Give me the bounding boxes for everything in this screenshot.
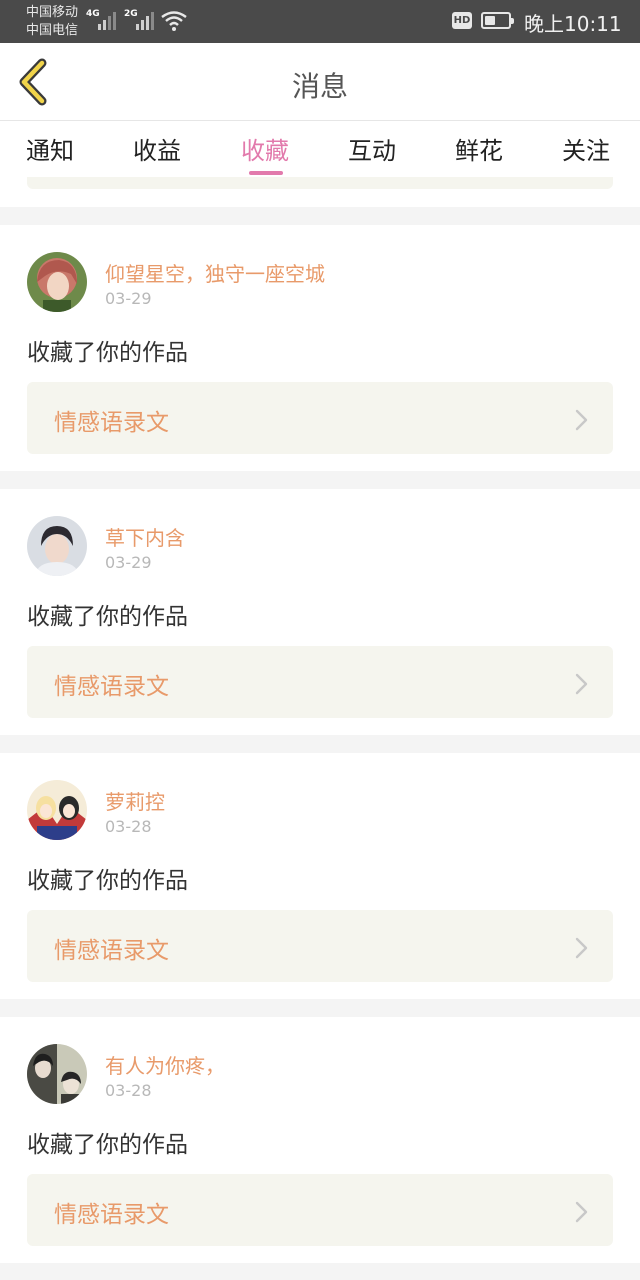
list-item: 萝莉控 03-28 收藏了你的作品 情感语录文 (0, 753, 640, 999)
hd-badge: HD (452, 12, 472, 29)
chevron-right-icon (575, 409, 588, 431)
avatar[interactable] (27, 780, 87, 840)
work-link[interactable]: 情感语录文 (27, 382, 613, 454)
chevron-right-icon (575, 673, 588, 695)
battery-icon (481, 12, 514, 29)
tab-notifications[interactable]: 通知 (26, 131, 74, 166)
user-name[interactable]: 仰望星空，独守一座空城 (105, 258, 325, 287)
work-title: 情感语录文 (54, 1202, 169, 1228)
page-title: 消息 (291, 70, 348, 103)
item-date: 03-28 (105, 1081, 152, 1100)
avatar[interactable] (27, 1044, 87, 1104)
chevron-right-icon (575, 937, 588, 959)
list-item-partial (0, 177, 640, 207)
tab-favorites[interactable]: 收藏 (241, 131, 289, 166)
carrier-1: 中国移动 (26, 5, 79, 20)
work-link[interactable]: 情感语录文 (27, 646, 613, 718)
work-title: 情感语录文 (54, 410, 169, 436)
avatar[interactable] (27, 252, 87, 312)
work-link-partial[interactable] (27, 177, 613, 189)
nav-bar: 消息 (0, 43, 640, 121)
item-date: 03-29 (105, 289, 152, 308)
avatar[interactable] (27, 516, 87, 576)
signal-strength-icon (136, 12, 154, 30)
carrier-2: 中国电信 (26, 23, 79, 38)
action-text: 收藏了你的作品 (27, 1132, 188, 1158)
tab-flowers[interactable]: 鲜花 (455, 131, 503, 166)
work-title: 情感语录文 (54, 674, 169, 700)
active-tab-indicator (249, 171, 283, 175)
user-name[interactable]: 萝莉控 (105, 786, 165, 815)
clock: 晚上10:11 (524, 12, 622, 36)
list-item: 有人为你疼， 03-28 收藏了你的作品 情感语录文 (0, 1017, 640, 1263)
tab-earnings[interactable]: 收益 (133, 131, 181, 166)
status-bar: 中国移动 中国电信 4G 2G HD 晚上10:11 (0, 0, 640, 43)
signal-strength-icon (98, 12, 116, 30)
chevron-right-icon (575, 1201, 588, 1223)
wifi-icon (161, 11, 187, 31)
list-item: 仰望星空，独守一座空城 03-29 收藏了你的作品 情感语录文 (0, 225, 640, 471)
tab-following[interactable]: 关注 (562, 131, 610, 166)
user-name[interactable]: 有人为你疼， (105, 1050, 225, 1079)
user-name[interactable]: 草下内含 (105, 522, 185, 551)
tab-interactions[interactable]: 互动 (348, 131, 396, 166)
carrier-info: 中国移动 中国电信 (26, 4, 78, 40)
work-title: 情感语录文 (54, 938, 169, 964)
action-text: 收藏了你的作品 (27, 868, 188, 894)
work-link[interactable]: 情感语录文 (27, 910, 613, 982)
item-date: 03-28 (105, 817, 152, 836)
list-item: 草下内含 03-29 收藏了你的作品 情感语录文 (0, 489, 640, 735)
action-text: 收藏了你的作品 (27, 604, 188, 630)
tab-bar: 通知 收益 收藏 互动 鲜花 关注 (0, 121, 640, 177)
item-date: 03-29 (105, 553, 152, 572)
work-link[interactable]: 情感语录文 (27, 1174, 613, 1246)
action-text: 收藏了你的作品 (27, 340, 188, 366)
battery-level-fill (485, 16, 495, 25)
